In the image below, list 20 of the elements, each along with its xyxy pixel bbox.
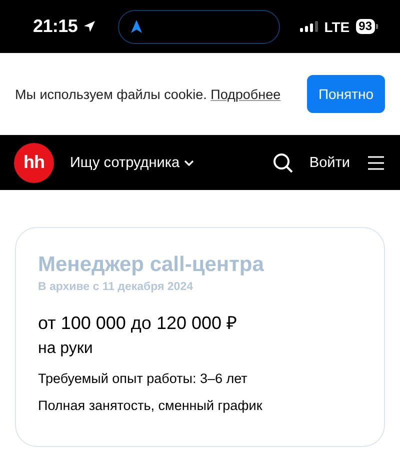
search-icon[interactable]: [273, 152, 294, 172]
mode-dropdown[interactable]: Ищу сотрудника: [70, 154, 194, 170]
chevron-down-icon: [184, 160, 194, 166]
network-label: LTE: [324, 18, 350, 34]
signal-icon: [300, 21, 318, 32]
salary: от 100 000 до 120 000 ₽: [38, 312, 238, 334]
archive-date: В архиве с 11 декабря 2024: [38, 281, 194, 293]
location-arrow-icon: [82, 20, 96, 33]
navigation-arrow-icon: [130, 20, 142, 33]
cookie-notice: Мы используем файлы cookie. Подробнее: [15, 86, 281, 102]
salary-note: на руки: [38, 340, 94, 358]
details-link[interactable]: Подробнее: [210, 86, 281, 102]
logo[interactable]: hh: [14, 142, 54, 182]
menu-icon[interactable]: [368, 156, 384, 170]
accept-button[interactable]: Понятно: [307, 75, 385, 113]
experience: Требуемый опыт работы: 3–6 лет: [38, 371, 248, 386]
login-button[interactable]: Войти: [309, 154, 350, 170]
schedule: Полная занятость, сменный график: [38, 398, 264, 413]
clock-time: 21:15: [33, 16, 78, 37]
battery-level: 93: [356, 19, 375, 34]
